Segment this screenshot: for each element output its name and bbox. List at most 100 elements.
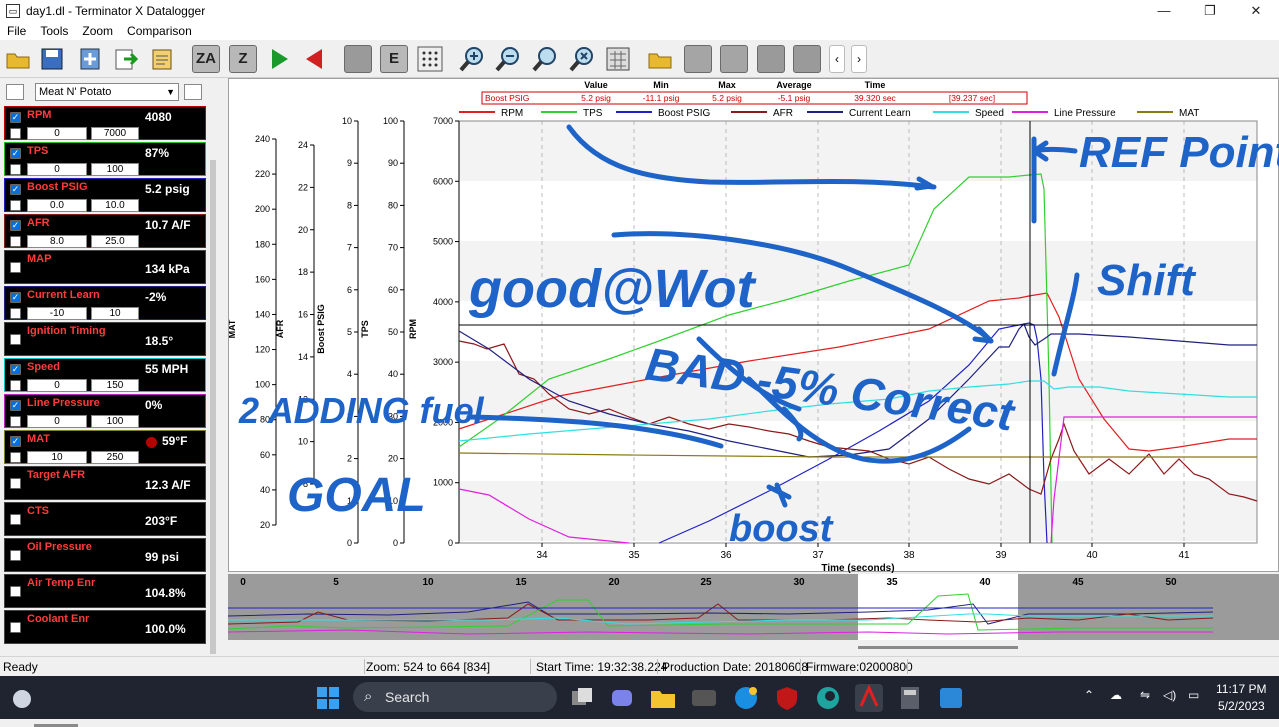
zoom-out-icon[interactable] xyxy=(494,45,522,73)
channel-coolant-enr[interactable]: Coolant Enr 100.0% xyxy=(4,610,206,644)
open-folder-icon[interactable] xyxy=(4,45,32,73)
channel-checkbox[interactable]: ✓ xyxy=(10,292,21,303)
weather-icon[interactable] xyxy=(8,684,36,712)
channel-checkbox[interactable]: ✓ xyxy=(10,220,21,231)
channel-max-input[interactable]: 10 xyxy=(91,307,139,320)
select-all-checkbox[interactable] xyxy=(6,84,24,100)
channel-range-checkbox[interactable] xyxy=(10,380,21,391)
channel-checkbox[interactable] xyxy=(10,478,21,489)
channel-mat[interactable]: ✓ MAT 59°F 10 250 xyxy=(4,430,206,464)
edge-icon[interactable] xyxy=(814,684,842,712)
disabled-button-2[interactable] xyxy=(793,45,821,73)
preset-dropdown[interactable]: Meat N' Potato ▼ xyxy=(35,83,179,101)
channel-min-input[interactable]: 0 xyxy=(27,127,87,140)
channel-checkbox[interactable] xyxy=(10,622,21,633)
channel-max-input[interactable]: 100 xyxy=(91,163,139,176)
channel-max-input[interactable]: 25.0 xyxy=(91,235,139,248)
disabled-tool-button[interactable] xyxy=(684,45,712,73)
channel-min-input[interactable]: 0 xyxy=(27,163,87,176)
mhp-icon[interactable] xyxy=(690,684,718,712)
channel-oil-pressure[interactable]: Oil Pressure 99 psi xyxy=(4,538,206,572)
channel-scrollbar[interactable] xyxy=(210,160,216,654)
overview-canvas[interactable]: 0 5 10 15 20 25 30 35 40 45 50 xyxy=(227,574,1279,640)
channel-checkbox[interactable]: ✓ xyxy=(10,184,21,195)
channel-min-input[interactable]: -10 xyxy=(27,307,87,320)
channel-max-input[interactable]: 100 xyxy=(91,415,139,428)
channel-max-input[interactable]: 7000 xyxy=(91,127,139,140)
channel-min-input[interactable]: 0 xyxy=(27,379,87,392)
channel-line-pressure[interactable]: ✓ Line Pressure 0% 0 100 xyxy=(4,394,206,428)
file-explorer-icon[interactable] xyxy=(649,684,677,712)
clock-time[interactable]: 11:17 PM xyxy=(1216,682,1266,696)
volume-icon[interactable]: ◁) xyxy=(1163,688,1176,702)
task-view-icon[interactable] xyxy=(568,684,596,712)
overview-scrollbar[interactable] xyxy=(858,646,1018,649)
e-button[interactable]: E xyxy=(380,45,408,73)
channel-checkbox[interactable] xyxy=(10,262,21,273)
play-icon[interactable] xyxy=(265,45,293,73)
zoom-button[interactable]: Z xyxy=(229,45,257,73)
zoom-fit-icon[interactable] xyxy=(531,45,559,73)
channel-min-input[interactable]: 0 xyxy=(27,415,87,428)
channel-rpm[interactable]: ✓ RPM 4080 0 7000 xyxy=(4,106,206,140)
channel-range-checkbox[interactable] xyxy=(10,308,21,319)
channel-checkbox[interactable]: ✓ xyxy=(10,400,21,411)
channel-max-input[interactable]: 250 xyxy=(91,451,139,464)
channel-current-learn[interactable]: ✓ Current Learn -2% -10 10 xyxy=(4,286,206,320)
channel-min-input[interactable]: 10 xyxy=(27,451,87,464)
channel-target-afr[interactable]: Target AFR 12.3 A/F xyxy=(4,466,206,500)
add-file-icon[interactable] xyxy=(76,45,104,73)
minimize-button[interactable]: — xyxy=(1141,0,1187,22)
panel-options-button[interactable] xyxy=(184,84,202,100)
save-icon[interactable] xyxy=(38,45,66,73)
channel-range-checkbox[interactable] xyxy=(10,236,21,247)
zoom-all-button[interactable]: ZA xyxy=(192,45,220,73)
channel-map[interactable]: MAP 134 kPa xyxy=(4,250,206,284)
battery-icon[interactable]: ▭ xyxy=(1188,688,1199,702)
channel-range-checkbox[interactable] xyxy=(10,128,21,139)
channel-range-checkbox[interactable] xyxy=(10,200,21,211)
channel-checkbox[interactable] xyxy=(10,514,21,525)
close-button[interactable]: ✕ xyxy=(1233,0,1279,22)
notes-icon[interactable] xyxy=(148,45,176,73)
menu-comparison[interactable]: Comparison xyxy=(120,24,199,38)
calculator-icon[interactable] xyxy=(604,45,632,73)
open-folder-alt-icon[interactable] xyxy=(646,45,674,73)
menu-zoom[interactable]: Zoom xyxy=(75,24,120,38)
prev-arrow-button[interactable]: ‹ xyxy=(829,45,845,73)
channel-checkbox[interactable]: ✓ xyxy=(10,436,21,447)
channel-ignition-timing[interactable]: Ignition Timing 18.5° xyxy=(4,322,206,356)
channel-tps[interactable]: ✓ TPS 87% 0 100 xyxy=(4,142,206,176)
channel-afr[interactable]: ✓ AFR 10.7 A/F 8.0 25.0 xyxy=(4,214,206,248)
next-arrow-button[interactable]: › xyxy=(851,45,867,73)
cloud-icon[interactable]: ☁ xyxy=(1110,688,1122,702)
network-icon[interactable]: ⇋ xyxy=(1140,688,1150,702)
channel-checkbox[interactable] xyxy=(10,334,21,345)
channel-range-checkbox[interactable] xyxy=(10,164,21,175)
channel-boost-psig[interactable]: ✓ Boost PSIG 5.2 psig 0.0 10.0 xyxy=(4,178,206,212)
channel-min-input[interactable]: 0.0 xyxy=(27,199,87,212)
reverse-play-icon[interactable] xyxy=(301,45,329,73)
teams-icon[interactable] xyxy=(608,684,636,712)
menu-file[interactable]: File xyxy=(0,24,33,38)
zoom-reset-icon[interactable] xyxy=(568,45,596,73)
main-graph[interactable]: Value Min Max Average Time Boost PSIG 5.2 psig… xyxy=(227,78,1279,574)
start-icon[interactable] xyxy=(314,684,342,712)
channel-air-temp-enr[interactable]: Air Temp Enr 104.8% xyxy=(4,574,206,608)
tray-overflow-icon[interactable]: ⌃ xyxy=(1084,688,1094,702)
channel-checkbox[interactable] xyxy=(10,586,21,597)
clock-date[interactable]: 5/2/2023 xyxy=(1218,699,1265,713)
disabled-note-button[interactable] xyxy=(720,45,748,73)
stop-button[interactable] xyxy=(344,45,372,73)
channel-max-input[interactable]: 10.0 xyxy=(91,199,139,212)
disabled-button-1[interactable] xyxy=(757,45,785,73)
datalogger-taskbar-icon[interactable] xyxy=(855,684,883,712)
channel-speed[interactable]: ✓ Speed 55 MPH 0 150 xyxy=(4,358,206,392)
maximize-button[interactable]: ❐ xyxy=(1187,0,1233,22)
taskbar-search[interactable]: ⌕ Search xyxy=(353,682,557,712)
channel-range-checkbox[interactable] xyxy=(10,416,21,427)
export-icon[interactable] xyxy=(112,45,140,73)
channel-checkbox[interactable]: ✓ xyxy=(10,364,21,375)
zoom-in-icon[interactable] xyxy=(458,45,486,73)
channel-min-input[interactable]: 8.0 xyxy=(27,235,87,248)
